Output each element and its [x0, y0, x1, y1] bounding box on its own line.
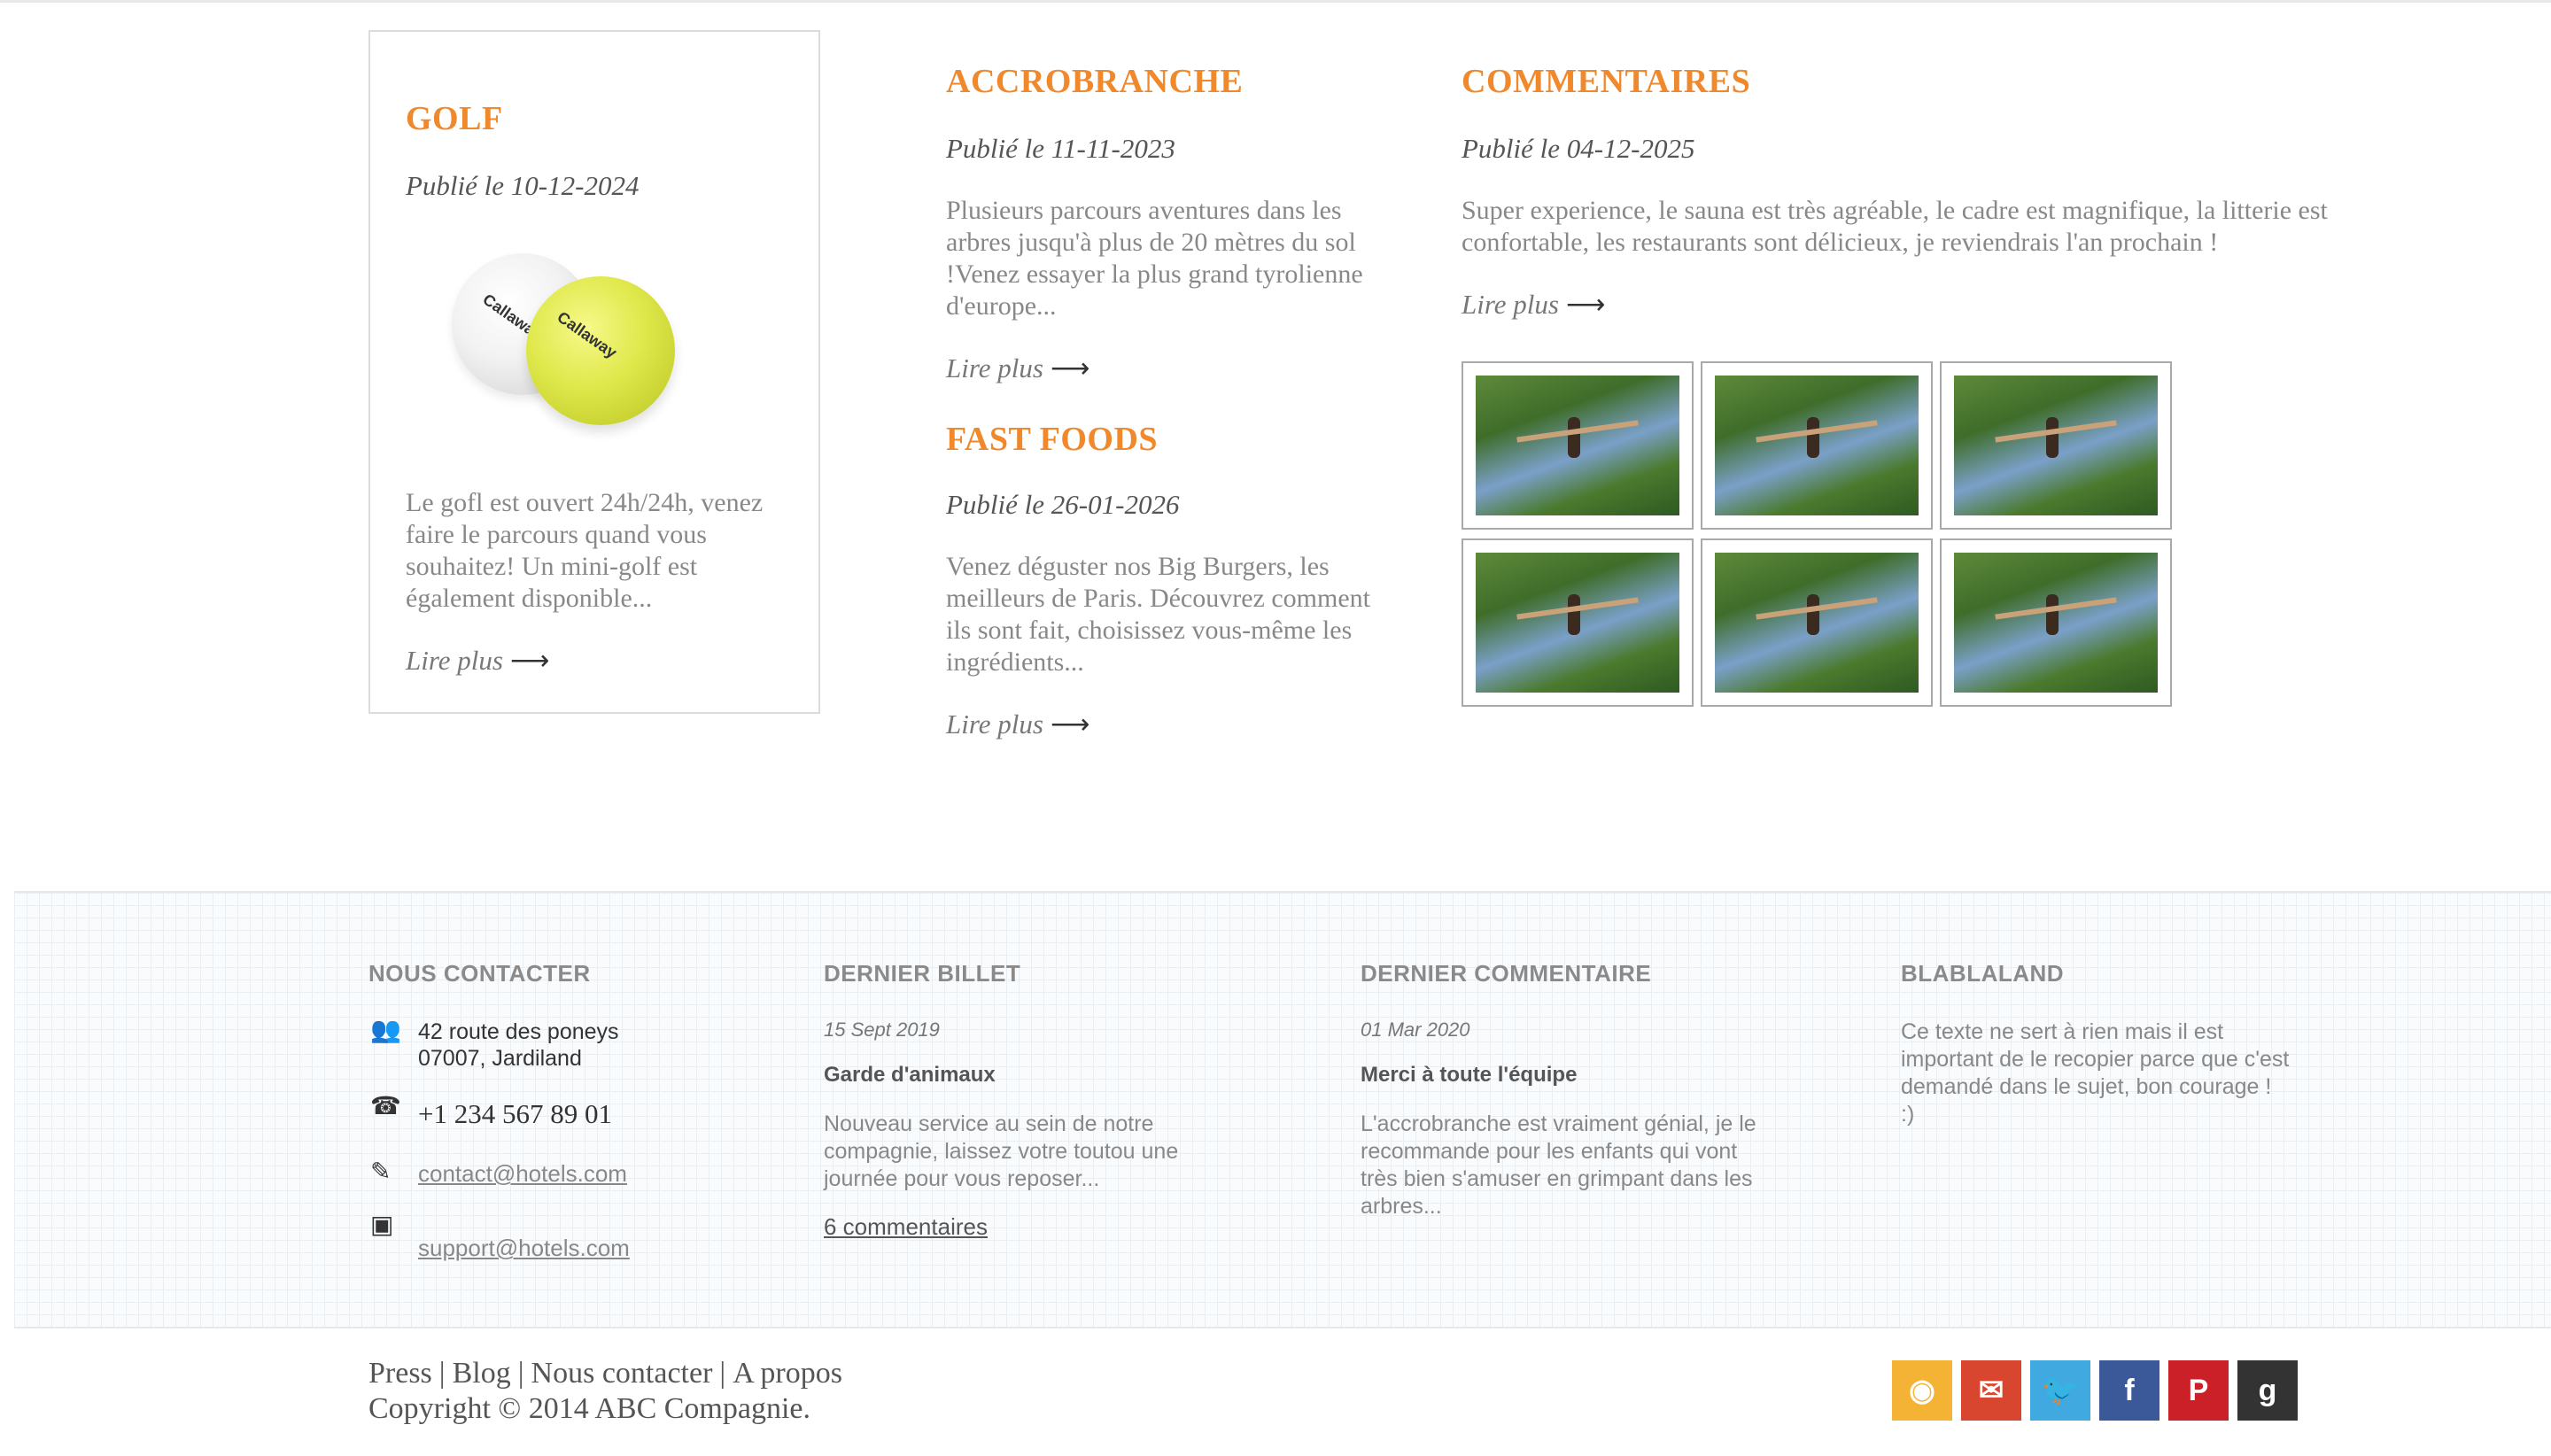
comment-title: Merci à toute l'équipe: [1361, 1063, 1578, 1087]
gallery-thumb[interactable]: [1701, 361, 1933, 530]
read-more-label: Lire plus: [946, 709, 1043, 740]
commentaires-read-more[interactable]: Lire plus ⟶: [1462, 289, 1605, 321]
contact-address: 42 route des poneys 07007, Jardiland: [418, 1018, 619, 1072]
ball-logo-2: Callaway: [554, 307, 621, 362]
arrow-right-icon: ⟶: [1565, 289, 1606, 320]
separator: |: [517, 1357, 524, 1390]
about-link[interactable]: A propos: [733, 1357, 842, 1390]
contact-phone: +1 234 567 89 01: [418, 1098, 612, 1129]
commentaires-text: Super experience, le sauna est très agré…: [1462, 196, 2328, 257]
zipline-photo: [1954, 553, 2158, 693]
rss-icon[interactable]: ◉: [1892, 1360, 1952, 1421]
fastfoods-title: FAST FOODS: [946, 421, 1159, 458]
zipline-photo: [1715, 376, 1919, 515]
fastfoods-read-more[interactable]: Lire plus ⟶: [946, 709, 1089, 740]
blog-link[interactable]: Blog: [453, 1357, 511, 1390]
address-line2: 07007, Jardiland: [418, 1046, 582, 1071]
golf-read-more[interactable]: Lire plus ⟶: [406, 645, 549, 677]
separator: |: [719, 1357, 726, 1390]
accrobranche-title: ACCROBRANCHE: [946, 63, 1244, 100]
press-link[interactable]: Press: [368, 1357, 432, 1390]
fastfoods-text: Venez déguster nos Big Burgers, les meil…: [946, 552, 1371, 677]
zipline-photo: [1476, 376, 1679, 515]
separator: |: [438, 1357, 446, 1390]
copyright: Copyright © 2014 ABC Compagnie.: [368, 1392, 811, 1425]
blablaland-heading: BLABLALAND: [1901, 960, 2065, 987]
arrow-right-icon: ⟶: [1050, 709, 1090, 740]
fastfoods-date: Publié le 26-01-2026: [946, 489, 1180, 520]
commentaires-date: Publié le 04-12-2025: [1462, 133, 1695, 164]
people-icon: 👥: [370, 1017, 401, 1044]
support-email-link[interactable]: support@hotels.com: [418, 1235, 630, 1262]
billet-date: 15 Sept 2019: [824, 1018, 940, 1041]
golf-text: Le gofl est ouvert 24h/24h, venez faire …: [406, 488, 764, 613]
yellow-golf-ball: Callaway: [526, 276, 675, 425]
arrow-right-icon: ⟶: [509, 645, 550, 676]
contact-heading: NOUS CONTACTER: [368, 960, 591, 987]
address-line1: 42 route des poneys: [418, 1019, 619, 1044]
contact-link[interactable]: Nous contacter: [531, 1357, 713, 1390]
pinterest-icon[interactable]: P: [2168, 1360, 2229, 1421]
billet-text: Nouveau service au sein de notre compagn…: [824, 1111, 1179, 1191]
zipline-photo: [1715, 553, 1919, 693]
top-divider: [0, 0, 2551, 3]
contact-email-link[interactable]: contact@hotels.com: [418, 1160, 627, 1188]
bottom-nav: Press | Blog | Nous contacter | A propos: [368, 1357, 842, 1390]
golf-card: GOLF Publié le 10-12-2024 Callaway Calla…: [368, 30, 820, 714]
facebook-icon[interactable]: f: [2099, 1360, 2159, 1421]
read-more-label: Lire plus: [1462, 289, 1559, 320]
comment-date: 01 Mar 2020: [1361, 1018, 1470, 1041]
phone-icon: ☎: [370, 1093, 401, 1120]
comment-text: L'accrobranche est vraiment génial, je l…: [1361, 1111, 1756, 1219]
gallery-thumb[interactable]: [1701, 538, 1933, 707]
support-icon: ▣: [370, 1212, 394, 1239]
card-icon: ✎: [370, 1158, 392, 1186]
zipline-photo: [1476, 553, 1679, 693]
arrow-right-icon: ⟶: [1050, 352, 1090, 383]
comment-heading: DERNIER COMMENTAIRE: [1361, 960, 1652, 987]
billet-title: Garde d'animaux: [824, 1063, 996, 1087]
accrobranche-date: Publié le 11-11-2023: [946, 133, 1175, 164]
blablaland-text: Ce texte ne sert à rien mais il est impo…: [1901, 1019, 2290, 1127]
commentaires-title: COMMENTAIRES: [1462, 63, 1751, 100]
gallery-thumb[interactable]: [1940, 361, 2172, 530]
gallery-thumb[interactable]: [1462, 361, 1694, 530]
zipline-photo: [1954, 376, 2158, 515]
read-more-label: Lire plus: [946, 352, 1043, 383]
gallery-thumb[interactable]: [1940, 538, 2172, 707]
read-more-label: Lire plus: [406, 645, 503, 676]
accrobranche-read-more[interactable]: Lire plus ⟶: [946, 352, 1089, 384]
billet-heading: DERNIER BILLET: [824, 960, 1021, 987]
google-plus-icon[interactable]: g: [2237, 1360, 2298, 1421]
gallery-thumb[interactable]: [1462, 538, 1694, 707]
accrobranche-text: Plusieurs parcours aventures dans les ar…: [946, 196, 1363, 321]
billet-comments-link[interactable]: 6 commentaires: [824, 1213, 988, 1241]
mail-icon[interactable]: ✉: [1961, 1360, 2021, 1421]
twitter-icon[interactable]: 🐦: [2030, 1360, 2090, 1421]
